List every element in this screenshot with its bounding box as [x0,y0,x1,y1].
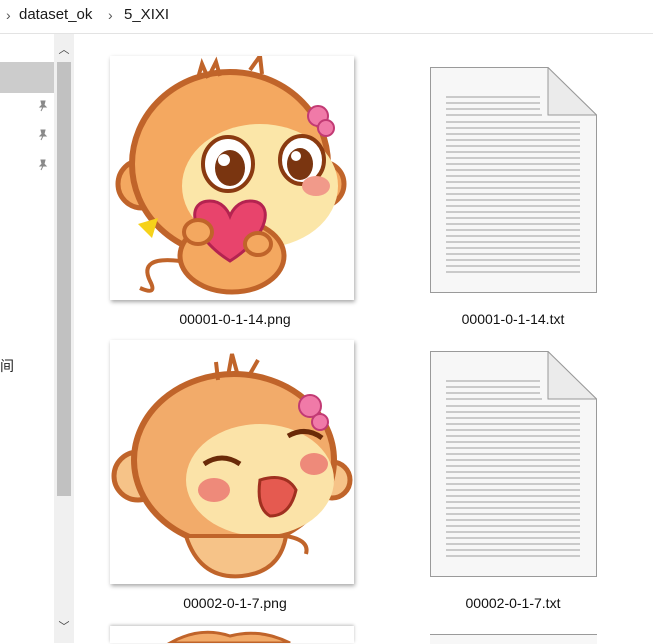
nav-item-label[interactable]: 间 [0,356,14,376]
breadcrumb-chevron-icon[interactable]: › [108,0,113,33]
scrollbar-thumb[interactable] [57,62,71,496]
pin-icon[interactable] [36,100,50,114]
breadcrumb-item-dataset-ok[interactable]: dataset_ok [19,0,92,33]
monkey-laughing-image [111,353,353,579]
image-thumbnail-partial[interactable] [110,626,354,643]
breadcrumb-item-5-xixi[interactable]: 5_XIXI [124,0,169,33]
monkey-heart-image [115,50,347,295]
breadcrumb-chevron-icon[interactable]: › [6,0,11,33]
image-thumbnail[interactable] [110,50,354,300]
pin-icon[interactable] [36,129,50,143]
scroll-up-icon[interactable]: ︿ [54,42,74,58]
file-name[interactable]: 00002-0-1-7.txt [413,595,613,611]
file-name[interactable]: 00001-0-1-14.txt [413,311,613,327]
text-file-icon[interactable] [430,350,598,577]
nav-selected-item[interactable] [0,62,54,93]
nav-scrollbar[interactable]: ︿ ﹀ [54,34,74,643]
file-name[interactable]: 00002-0-1-7.png [135,595,335,611]
address-bar: › dataset_ok › 5_XIXI [0,0,653,34]
text-file-icon[interactable] [430,66,598,293]
file-name[interactable]: 00001-0-1-14.png [135,311,335,327]
scroll-down-icon[interactable]: ﹀ [54,619,74,635]
image-thumbnail[interactable] [110,340,354,584]
pin-icon[interactable] [36,159,50,173]
